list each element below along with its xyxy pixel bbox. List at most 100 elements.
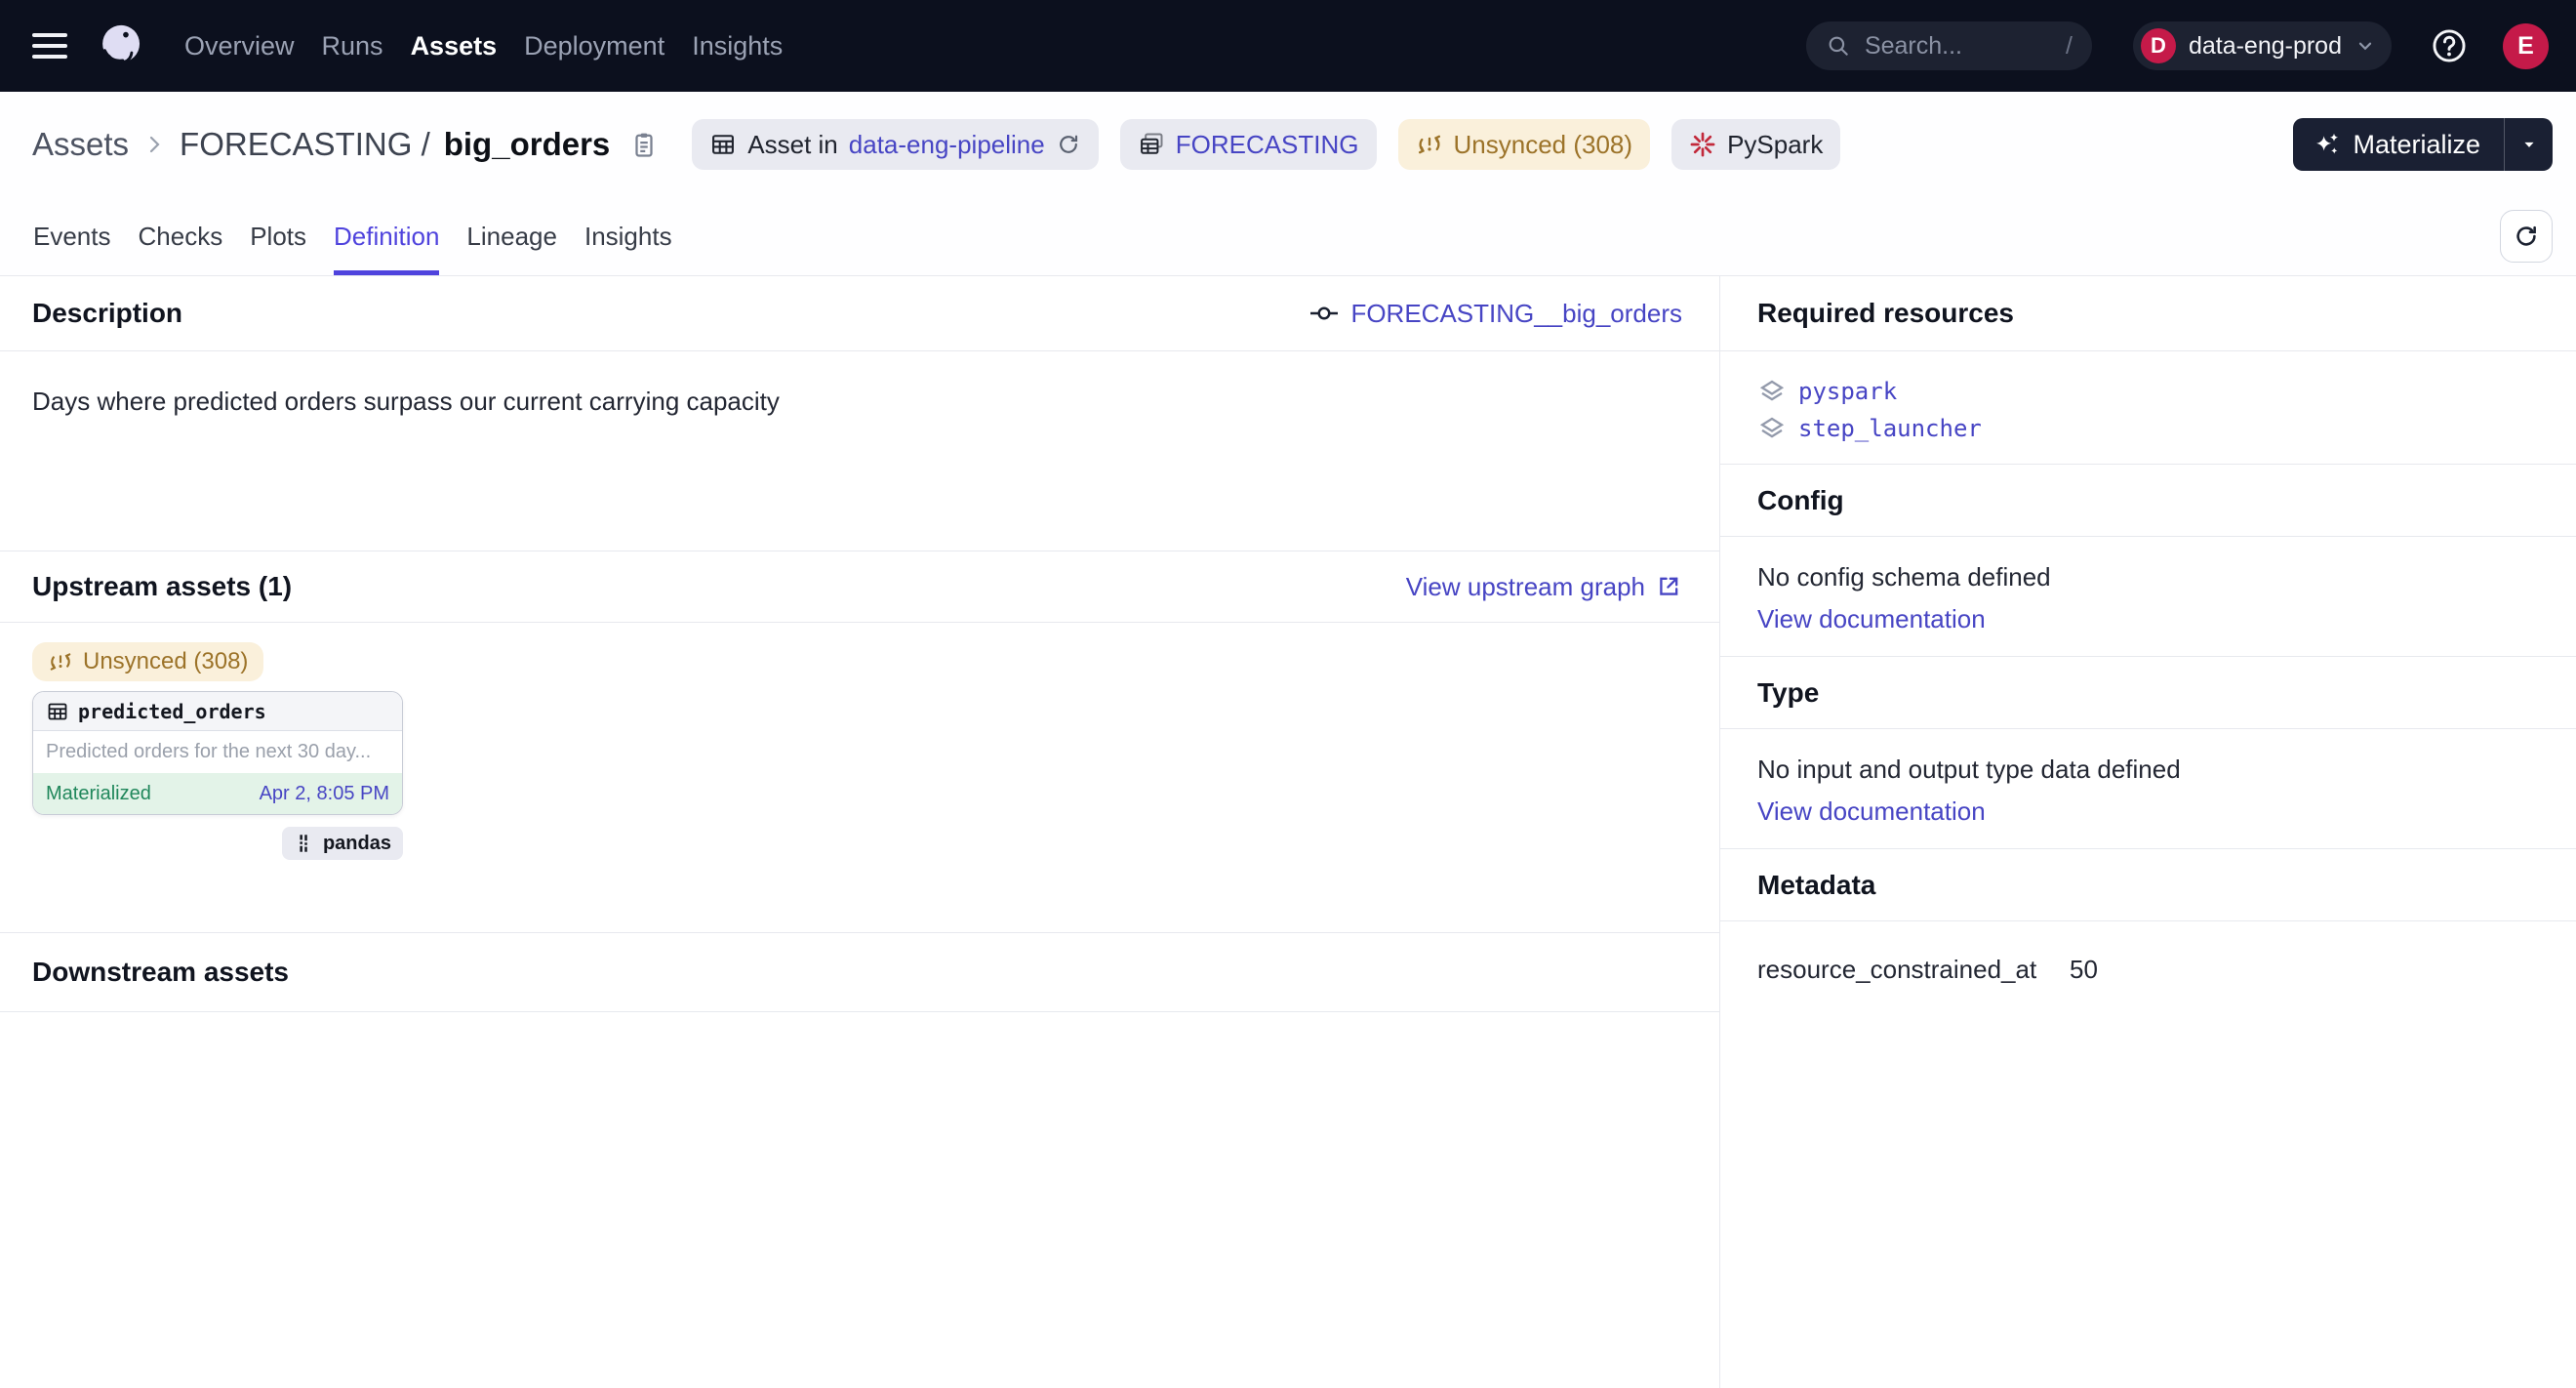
deployment-switcher[interactable]: D data-eng-prod (2133, 21, 2392, 70)
table-icon (46, 700, 69, 723)
tag-group: FORECASTING (1120, 119, 1377, 170)
resource-link-step-launcher[interactable]: step_launcher (1757, 414, 2539, 443)
tab-events[interactable]: Events (33, 197, 111, 275)
search-box[interactable]: / (1806, 21, 2092, 70)
asset-tabs: Events Checks Plots Definition Lineage I… (0, 197, 2576, 276)
metadata-header: Metadata (1720, 849, 2576, 921)
materialize-split-button: Materialize (2293, 118, 2553, 171)
dagster-logo-icon[interactable] (95, 20, 145, 71)
materialize-label: Materialize (2353, 130, 2480, 160)
resources-header: Required resources (1720, 276, 2576, 351)
search-icon (1826, 33, 1851, 59)
asset-group-icon (1138, 131, 1165, 158)
tag-compute-kind[interactable]: PySpark (1671, 119, 1840, 170)
op-icon (1309, 299, 1339, 328)
upstream-unsynced-label: Unsynced (308) (83, 648, 248, 675)
description-body: Days where predicted orders surpass our … (0, 351, 1719, 551)
metadata-value: 50 (2070, 955, 2098, 985)
upstream-asset-node[interactable]: predicted_orders Predicted orders for th… (32, 691, 403, 815)
top-navbar: Overview Runs Assets Deployment Insights… (0, 0, 2576, 92)
chevron-right-icon (142, 133, 166, 156)
upstream-title: Upstream assets (1) (32, 571, 292, 602)
caret-down-icon (2519, 135, 2539, 154)
tab-plots[interactable]: Plots (250, 197, 306, 275)
refresh-icon (2513, 223, 2540, 250)
asset-definition-page: Overview Runs Assets Deployment Insights… (0, 0, 2576, 1388)
tab-lineage[interactable]: Lineage (466, 197, 557, 275)
unsynced-icon (48, 649, 73, 674)
config-title: Config (1757, 485, 1844, 516)
asset-node-status: Materialized Apr 2, 8:05 PM (33, 773, 402, 814)
tag-unsynced[interactable]: Unsynced (308) (1398, 119, 1651, 170)
unsynced-icon (1416, 131, 1443, 158)
breadcrumb-group[interactable]: FORECASTING / (180, 126, 430, 163)
op-definition-link[interactable]: FORECASTING__big_orders (1350, 299, 1682, 329)
nav-item-runs[interactable]: Runs (322, 31, 383, 61)
refresh-job-icon[interactable] (1056, 132, 1081, 157)
metadata-title: Metadata (1757, 870, 1875, 901)
user-avatar[interactable]: E (2503, 23, 2549, 69)
layers-icon (1757, 377, 1787, 406)
hamburger-menu-icon[interactable] (32, 28, 67, 63)
deployment-name: data-eng-prod (2189, 32, 2342, 61)
type-body: No input and output type data defined Vi… (1720, 729, 2576, 849)
view-upstream-graph-link[interactable]: View upstream graph (1406, 572, 1682, 602)
type-empty-text: No input and output type data defined (1757, 755, 2539, 785)
asset-node-name: predicted_orders (78, 700, 266, 723)
tag-job-prefix: Asset in (747, 130, 838, 160)
asset-node-kind-row: pandas (32, 827, 403, 860)
type-docs-link[interactable]: View documentation (1757, 796, 1986, 827)
metadata-key: resource_constrained_at (1757, 955, 2070, 985)
search-input[interactable] (1863, 31, 2058, 61)
clipboard-icon (629, 130, 659, 159)
tab-checks[interactable]: Checks (139, 197, 223, 275)
nav-item-deployment[interactable]: Deployment (524, 31, 664, 61)
help-icon (2431, 27, 2468, 64)
search-shortcut-hint: / (2066, 32, 2073, 61)
definition-left-column: Description FORECASTING__big_orders Days… (0, 276, 1719, 1388)
pyspark-icon (1689, 131, 1716, 158)
asset-tags: Asset in data-eng-pipeline FORECASTING (692, 119, 1840, 170)
job-link[interactable]: data-eng-pipeline (849, 130, 1045, 160)
asset-node-description: Predicted orders for the next 30 day... (33, 731, 402, 773)
resources-title: Required resources (1757, 298, 2014, 329)
downstream-header: Downstream assets (0, 933, 1719, 1012)
breadcrumb-assets-link[interactable]: Assets (32, 126, 129, 163)
description-header: Description FORECASTING__big_orders (0, 276, 1719, 351)
nav-item-insights[interactable]: Insights (692, 31, 783, 61)
resource-link-pyspark[interactable]: pyspark (1757, 377, 2539, 406)
upstream-header: Upstream assets (1) View upstream graph (0, 551, 1719, 623)
help-button[interactable] (2431, 27, 2468, 64)
config-empty-text: No config schema defined (1757, 562, 2539, 592)
deployment-badge: D (2141, 28, 2176, 63)
materialized-status: Materialized (46, 783, 151, 805)
pandas-kind-tag[interactable]: pandas (282, 827, 403, 860)
table-icon (709, 131, 737, 158)
copy-asset-key-button[interactable] (629, 130, 659, 159)
description-title: Description (32, 298, 182, 329)
materialize-button[interactable]: Materialize (2293, 118, 2504, 171)
downstream-title: Downstream assets (32, 957, 289, 988)
chevron-down-icon (2355, 35, 2376, 57)
materialization-timestamp-link[interactable]: Apr 2, 8:05 PM (260, 783, 389, 805)
group-link[interactable]: FORECASTING (1176, 130, 1359, 160)
unsynced-label: Unsynced (308) (1454, 130, 1633, 160)
external-link-icon (1655, 573, 1682, 600)
sparkles-icon (2313, 130, 2342, 159)
refresh-page-button[interactable] (2500, 210, 2553, 263)
nav-item-assets[interactable]: Assets (411, 31, 498, 61)
resources-list: pyspark step_launcher (1720, 351, 2576, 465)
materialize-dropdown-button[interactable] (2504, 118, 2553, 171)
nav-item-overview[interactable]: Overview (184, 31, 295, 61)
upstream-unsynced-badge[interactable]: Unsynced (308) (32, 642, 263, 681)
compute-kind-label: PySpark (1727, 130, 1823, 160)
layers-icon (1757, 414, 1787, 443)
tab-definition[interactable]: Definition (334, 197, 439, 275)
tag-asset-in-job: Asset in data-eng-pipeline (692, 119, 1098, 170)
config-docs-link[interactable]: View documentation (1757, 604, 1986, 634)
tab-insights[interactable]: Insights (584, 197, 672, 275)
breadcrumb: Assets FORECASTING / big_orders (32, 126, 659, 163)
upstream-body: Unsynced (308) predicted_orders Predicte… (0, 623, 1719, 933)
main-content: Description FORECASTING__big_orders Days… (0, 276, 2576, 1388)
definition-sidebar: Required resources pyspark step_launcher (1719, 276, 2576, 1388)
